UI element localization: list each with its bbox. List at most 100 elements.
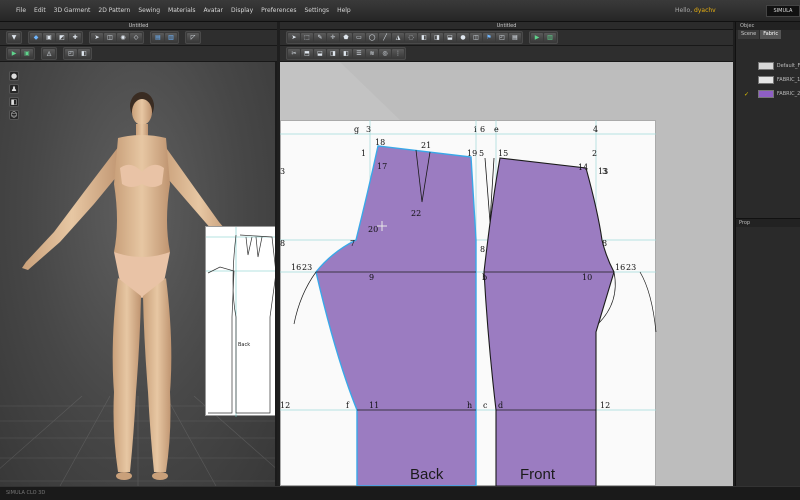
point-label-16-left: 16 [291, 263, 301, 272]
pleat-icon[interactable]: ☰ [353, 49, 365, 58]
menu-materials[interactable]: Materials [164, 7, 200, 14]
rectangle-icon[interactable]: ▭ [353, 33, 365, 42]
button-icon[interactable]: ◎ [379, 49, 391, 58]
username-label[interactable]: dyachv [694, 7, 716, 14]
segment-sew-icon[interactable]: ◧ [418, 33, 430, 42]
seam-allowance-icon[interactable]: ⬓ [314, 49, 326, 58]
dart-icon[interactable]: ◮ [392, 33, 404, 42]
internal-line-icon[interactable]: ╱ [379, 33, 391, 42]
mini-pattern-drawing [206, 227, 275, 417]
menu-preferences[interactable]: Preferences [257, 7, 300, 14]
point-label-2: 2 [592, 149, 597, 158]
3d-viewport[interactable]: ● ♟ ◧ ☺ Back [0, 62, 277, 486]
menu-settings[interactable]: Settings [300, 7, 333, 14]
front-pattern-piece[interactable] [483, 157, 615, 486]
menu-sewing[interactable]: Sewing [134, 7, 164, 14]
menu-edit[interactable]: Edit [30, 7, 50, 14]
pants-icon[interactable]: ▥ [165, 33, 177, 42]
point-label-22: 22 [411, 209, 421, 218]
fold-icon[interactable]: ◩ [56, 33, 68, 42]
pin-icon[interactable]: ✚ [69, 33, 81, 42]
top-label-e: e [494, 125, 499, 134]
user-greeting: Hello, dyachv [675, 7, 716, 14]
offset-icon[interactable]: ⬒ [301, 49, 313, 58]
grade-icon[interactable]: ◰ [496, 33, 508, 42]
menu-file[interactable]: File [12, 7, 30, 14]
pattern-toolbar-row-2: ✂ ⬒ ⬓ ◨ ◧ ☰ ≋ ◎ ⋮ [280, 46, 733, 62]
measure-icon[interactable]: ◸ [187, 33, 199, 42]
shirt-icon[interactable]: ▤ [152, 33, 164, 42]
mini-pattern-preview[interactable]: Back [205, 226, 275, 417]
pointer-icon[interactable]: ➤ [91, 33, 103, 42]
free-sew-icon[interactable]: ◨ [431, 33, 443, 42]
point-label-17: 17 [377, 162, 387, 171]
menu-avatar[interactable]: Avatar [200, 7, 227, 14]
fabric-item-fabric-1[interactable]: FABRIC_1 [736, 73, 800, 87]
point-label-11: 11 [369, 401, 379, 410]
texture-edit-icon[interactable]: ◫ [470, 33, 482, 42]
add-point-icon[interactable]: ✛ [327, 33, 339, 42]
garment-icon[interactable]: ▣ [43, 33, 55, 42]
arrange-icon[interactable]: ◫ [104, 33, 116, 42]
fabric-item-fabric-2[interactable]: ✓ FABRIC_2 [736, 87, 800, 101]
move-down-icon[interactable]: ▼ [8, 33, 20, 42]
application-window: File Edit 3D Garment 2D Pattern Sewing M… [0, 0, 800, 500]
tab-scene[interactable]: Scene [738, 30, 760, 39]
status-bar: SIMULA CLO 3D [0, 486, 800, 500]
edit-point-icon[interactable]: ⬚ [301, 33, 313, 42]
pin-pattern-icon[interactable]: ● [457, 33, 469, 42]
front-piece-label: Front [520, 466, 556, 483]
fold-line-icon[interactable]: ⬓ [444, 33, 456, 42]
record-icon[interactable]: ▣ [21, 49, 33, 58]
play-icon[interactable]: ▶ [531, 33, 543, 42]
greeting-prefix: Hello, [675, 7, 693, 14]
left-toolbar-group-4: ▤ ▥ [150, 31, 179, 44]
point-label-b: b [482, 273, 487, 282]
polygon-icon[interactable]: ⬟ [340, 33, 352, 42]
left-toolbar-group-3: ➤ ◫ ◉ ◇ [89, 31, 144, 44]
flag-icon[interactable]: ⚑ [483, 33, 495, 42]
left-toolbar-group-8: ◰ ◧ [63, 47, 92, 60]
2d-pattern-window[interactable]: g 3 i 6 e 4 1 18 21 19 5 15 2 17 14 13 2… [280, 62, 733, 486]
point-label-16-right: 16 [615, 263, 625, 272]
avatar-head-icon[interactable]: ● [9, 71, 19, 81]
menu-3d-garment[interactable]: 3D Garment [50, 7, 95, 14]
trace-icon[interactable]: ◌ [405, 33, 417, 42]
object-browser-panel: Objec Scene Fabric Default_F FABRIC_1 ✓ … [735, 22, 800, 486]
pattern-canvas[interactable]: g 3 i 6 e 4 1 18 21 19 5 15 2 17 14 13 2… [280, 62, 733, 486]
status-text: SIMULA CLO 3D [6, 490, 46, 496]
circle-icon[interactable]: ◯ [366, 33, 378, 42]
arrange-points-icon[interactable]: ◰ [65, 49, 77, 58]
point-label-7: 7 [350, 239, 355, 248]
back-pattern-piece[interactable] [315, 145, 477, 486]
menu-display[interactable]: Display [227, 7, 257, 14]
menu-2d-pattern[interactable]: 2D Pattern [94, 7, 134, 14]
layout-icon[interactable]: ▥ [544, 33, 556, 42]
ruler-icon[interactable]: ▤ [509, 33, 521, 42]
menu-bar: File Edit 3D Garment 2D Pattern Sewing M… [0, 0, 800, 22]
point-label-c: c [483, 401, 488, 410]
symmetry-icon[interactable]: ◨ [327, 49, 339, 58]
select-piece-icon[interactable]: ➤ [288, 33, 300, 42]
point-label-10: 10 [582, 273, 592, 282]
simulate-icon[interactable]: ▶ [8, 49, 20, 58]
tab-fabric[interactable]: Fabric [760, 30, 782, 39]
point-label-19: 19 [467, 149, 477, 158]
point-label-23-left: 23 [302, 263, 312, 272]
edit-curve-icon[interactable]: ✎ [314, 33, 326, 42]
left-toolbar-group-6: ▶ ▣ [6, 47, 35, 60]
avatar-pose-icon[interactable]: ◬ [43, 49, 55, 58]
pattern-toolbar-group-2: ▶ ▥ [529, 31, 558, 44]
zipper-icon[interactable]: ⋮ [392, 49, 404, 58]
gather-icon[interactable]: ≋ [366, 49, 378, 58]
left-toolbar-row-2: ▶ ▣ ◬ ◰ ◧ [0, 46, 277, 62]
cut-icon[interactable]: ✂ [288, 49, 300, 58]
fabric-item-default[interactable]: Default_F [736, 59, 800, 73]
texture-icon[interactable]: ◧ [78, 49, 90, 58]
select-icon[interactable]: ◆ [30, 33, 42, 42]
stitch-icon[interactable]: ◇ [130, 33, 142, 42]
left-toolbar-group-2: ◆ ▣ ◩ ✚ [28, 31, 83, 44]
menu-help[interactable]: Help [333, 7, 355, 14]
unfold-icon[interactable]: ◧ [340, 49, 352, 58]
point-icon[interactable]: ◉ [117, 33, 129, 42]
